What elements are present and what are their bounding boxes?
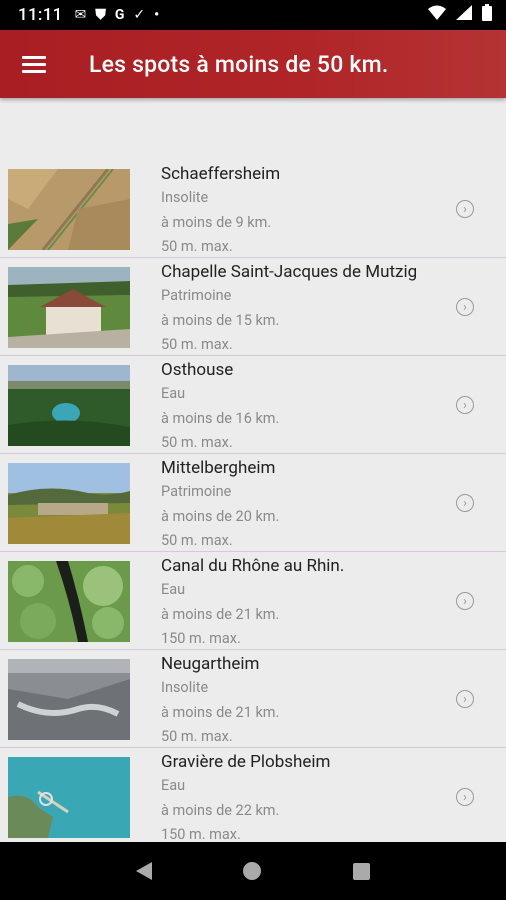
spot-name: Schaeffersheim	[161, 164, 281, 184]
hamburger-menu-icon[interactable]	[0, 30, 68, 98]
list-item[interactable]: Neugartheim Insolite à moins de 21 km. 5…	[0, 650, 506, 748]
spot-distance: à moins de 22 km.	[161, 801, 280, 819]
spot-distance: à moins de 15 km.	[161, 311, 280, 329]
list-item[interactable]: Osthouse Eau à moins de 16 km. 50 m. max…	[0, 356, 506, 454]
wifi-icon	[428, 5, 446, 25]
spot-name: Osthouse	[161, 360, 234, 380]
spot-distance: à moins de 20 km.	[161, 507, 280, 525]
spot-name: Gravière de Plobsheim	[161, 752, 331, 772]
spot-category: Patrimoine	[161, 483, 232, 500]
list-item[interactable]: Mittelbergheim Patrimoine à moins de 20 …	[0, 454, 506, 552]
spot-category: Eau	[161, 581, 186, 598]
spot-thumbnail	[8, 561, 130, 642]
status-bar: 11:11 ✉ ⛊ G ✓ •	[0, 0, 506, 30]
home-icon[interactable]	[243, 862, 262, 880]
chevron-right-icon[interactable]: ›	[456, 396, 474, 414]
spot-name: Neugartheim	[161, 654, 260, 674]
list-item[interactable]: Gravière de Plobsheim Eau à moins de 22 …	[0, 748, 506, 842]
list-item[interactable]: Chapelle Saint-Jacques de Mutzig Patrimo…	[0, 258, 506, 356]
signal-icon	[456, 5, 472, 25]
page-title: Les spots à moins de 50 km.	[89, 50, 389, 78]
spot-category: Insolite	[161, 189, 209, 206]
back-icon[interactable]	[135, 862, 152, 880]
spot-altitude: 50 m. max.	[161, 434, 233, 451]
spot-distance: à moins de 21 km.	[161, 703, 280, 721]
spot-thumbnail	[8, 463, 130, 544]
spot-name: Canal du Rhône au Rhin.	[161, 556, 345, 576]
spot-category: Eau	[161, 385, 186, 402]
chevron-right-icon[interactable]: ›	[456, 592, 474, 610]
spot-thumbnail	[8, 267, 130, 348]
spot-category: Eau	[161, 777, 186, 794]
app-bar: Les spots à moins de 50 km.	[0, 30, 506, 98]
spot-name: Mittelbergheim	[161, 458, 276, 478]
chevron-right-icon[interactable]: ›	[456, 200, 474, 218]
battery-icon	[482, 4, 492, 26]
spot-category: Insolite	[161, 679, 209, 696]
spot-distance: à moins de 9 km.	[161, 213, 272, 231]
chevron-right-icon[interactable]: ›	[456, 788, 474, 806]
spot-thumbnail	[8, 169, 130, 250]
shield-icon: ⛊	[95, 7, 106, 23]
status-time: 11:11	[18, 5, 63, 25]
chevron-right-icon[interactable]: ›	[456, 690, 474, 708]
spot-altitude: 50 m. max.	[161, 532, 233, 549]
list-item[interactable]: Schaeffersheim Insolite à moins de 9 km.…	[0, 160, 506, 258]
gmail-icon: ✉	[74, 7, 87, 23]
google-icon: G	[114, 7, 125, 23]
spot-altitude: 50 m. max.	[161, 336, 233, 353]
dot-icon: •	[154, 7, 160, 23]
spot-altitude: 150 m. max.	[161, 826, 241, 842]
chevron-right-icon[interactable]: ›	[456, 298, 474, 316]
list-item[interactable]: Canal du Rhône au Rhin. Eau à moins de 2…	[0, 552, 506, 650]
system-nav-bar	[0, 842, 506, 900]
download-done-icon: ✓	[133, 7, 146, 23]
spot-thumbnail	[8, 757, 130, 838]
spot-category: Patrimoine	[161, 287, 232, 304]
spot-name: Chapelle Saint-Jacques de Mutzig	[161, 262, 418, 282]
recents-icon[interactable]	[353, 862, 371, 880]
spot-altitude: 150 m. max.	[161, 630, 241, 647]
chevron-right-icon[interactable]: ›	[456, 494, 474, 512]
spot-thumbnail	[8, 365, 130, 446]
spot-altitude: 50 m. max.	[161, 238, 233, 255]
spot-thumbnail	[8, 659, 130, 740]
spot-distance: à moins de 21 km.	[161, 605, 280, 623]
spot-altitude: 50 m. max.	[161, 728, 233, 745]
spot-distance: à moins de 16 km.	[161, 409, 280, 427]
spots-list[interactable]: Schaeffersheim Insolite à moins de 9 km.…	[0, 160, 506, 842]
